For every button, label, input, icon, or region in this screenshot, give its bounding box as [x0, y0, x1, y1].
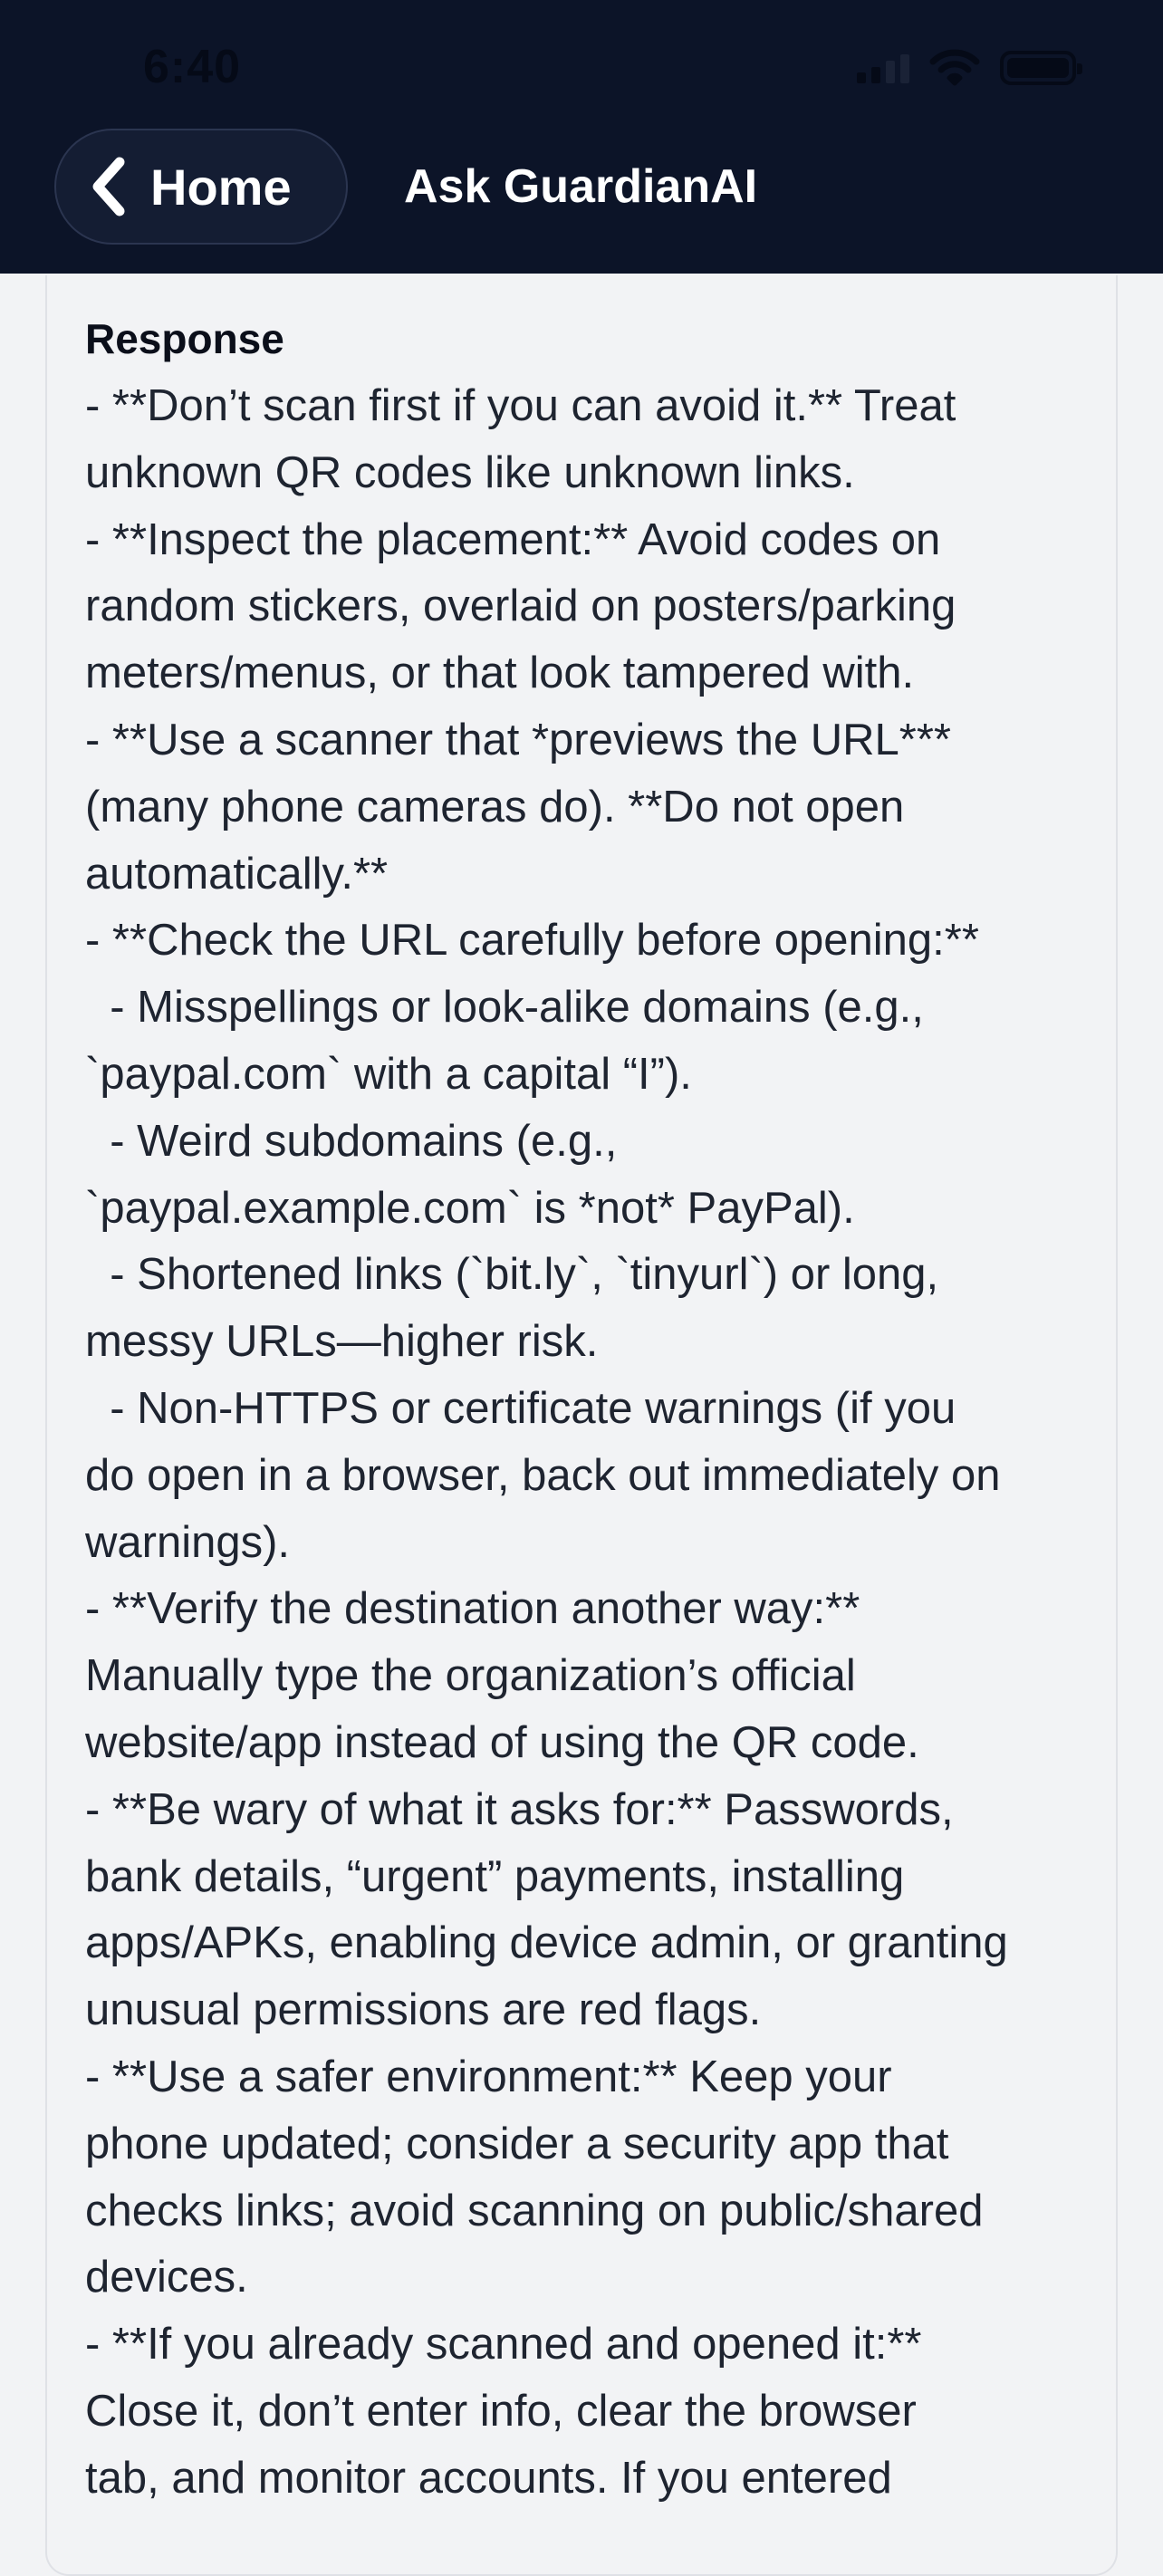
- battery-icon: [1000, 51, 1082, 85]
- page-title: Ask GuardianAI: [404, 160, 758, 213]
- response-line: - Misspellings or look-alike domains (e.…: [85, 983, 924, 1033]
- response-line: random stickers, overlaid on posters/par…: [85, 582, 956, 631]
- response-line: - **Be wary of what it asks for:** Passw…: [85, 1784, 954, 1834]
- cellular-signal-icon: [857, 53, 909, 83]
- response-line: - Non-HTTPS or certificate warnings (if …: [85, 1383, 956, 1433]
- response-line: - Shortened links (`bit.ly`, `tinyurl`) …: [85, 1250, 939, 1300]
- response-line: website/app instead of using the QR code…: [85, 1717, 919, 1767]
- response-line: phone updated; consider a security app t…: [85, 2119, 949, 2168]
- response-line: - **Verify the destination another way:*…: [85, 1584, 860, 1634]
- response-line: - **Check the URL carefully before openi…: [85, 916, 979, 966]
- response-line: `paypal.example.com` is *not* PayPal).: [85, 1183, 855, 1233]
- response-line: - **Use a scanner that *previews the URL…: [85, 715, 951, 764]
- home-button-label: Home: [150, 158, 292, 216]
- response-line: - **Inspect the placement:** Avoid codes…: [85, 514, 941, 564]
- response-card: Response - **Don’t scan first if you can…: [45, 275, 1118, 2576]
- response-line: bank details, “urgent” payments, install…: [85, 1851, 905, 1901]
- response-line: do open in a browser, back out immediate…: [85, 1450, 1001, 1500]
- response-line: unusual permissions are red flags.: [85, 1985, 762, 2035]
- response-line: warnings).: [85, 1517, 291, 1567]
- response-heading: Response: [85, 315, 284, 362]
- response-line: messy URLs—higher risk.: [85, 1317, 599, 1367]
- response-line: checks links; avoid scanning on public/s…: [85, 2186, 984, 2235]
- home-back-button[interactable]: Home: [54, 129, 348, 245]
- chevron-left-icon: [92, 157, 125, 216]
- response-line: Manually type the organization’s officia…: [85, 1651, 856, 1701]
- response-line: devices.: [85, 2253, 248, 2302]
- wifi-icon: [929, 49, 980, 86]
- response-line: tab, and monitor accounts. If you entere…: [85, 2453, 892, 2503]
- response-line: automatically.**: [85, 849, 389, 899]
- response-line: - Weird subdomains (e.g.,: [85, 1116, 618, 1166]
- response-line: unknown QR codes like unknown links.: [85, 447, 855, 497]
- status-bar-icons: [857, 45, 1082, 91]
- response-line: meters/menus, or that look tampered with…: [85, 649, 915, 698]
- top-bar: 6:40 Home Ask GuardianAI: [0, 0, 1163, 274]
- response-line: apps/APKs, enabling device admin, or gra…: [85, 1918, 1008, 1968]
- response-line: - **Don’t scan first if you can avoid it…: [85, 381, 956, 430]
- response-line: Close it, don’t enter info, clear the br…: [85, 2386, 917, 2436]
- response-text: - **Don’t scan first if you can avoid it…: [85, 373, 1078, 2513]
- response-line: - **Use a safer environment:** Keep your: [85, 2052, 892, 2101]
- status-bar-time: 6:40: [143, 41, 242, 93]
- response-line: (many phone cameras do). **Do not open: [85, 782, 905, 831]
- response-line: - **If you already scanned and opened it…: [85, 2320, 922, 2369]
- response-line: `paypal.com` with a capital “I”).: [85, 1049, 692, 1099]
